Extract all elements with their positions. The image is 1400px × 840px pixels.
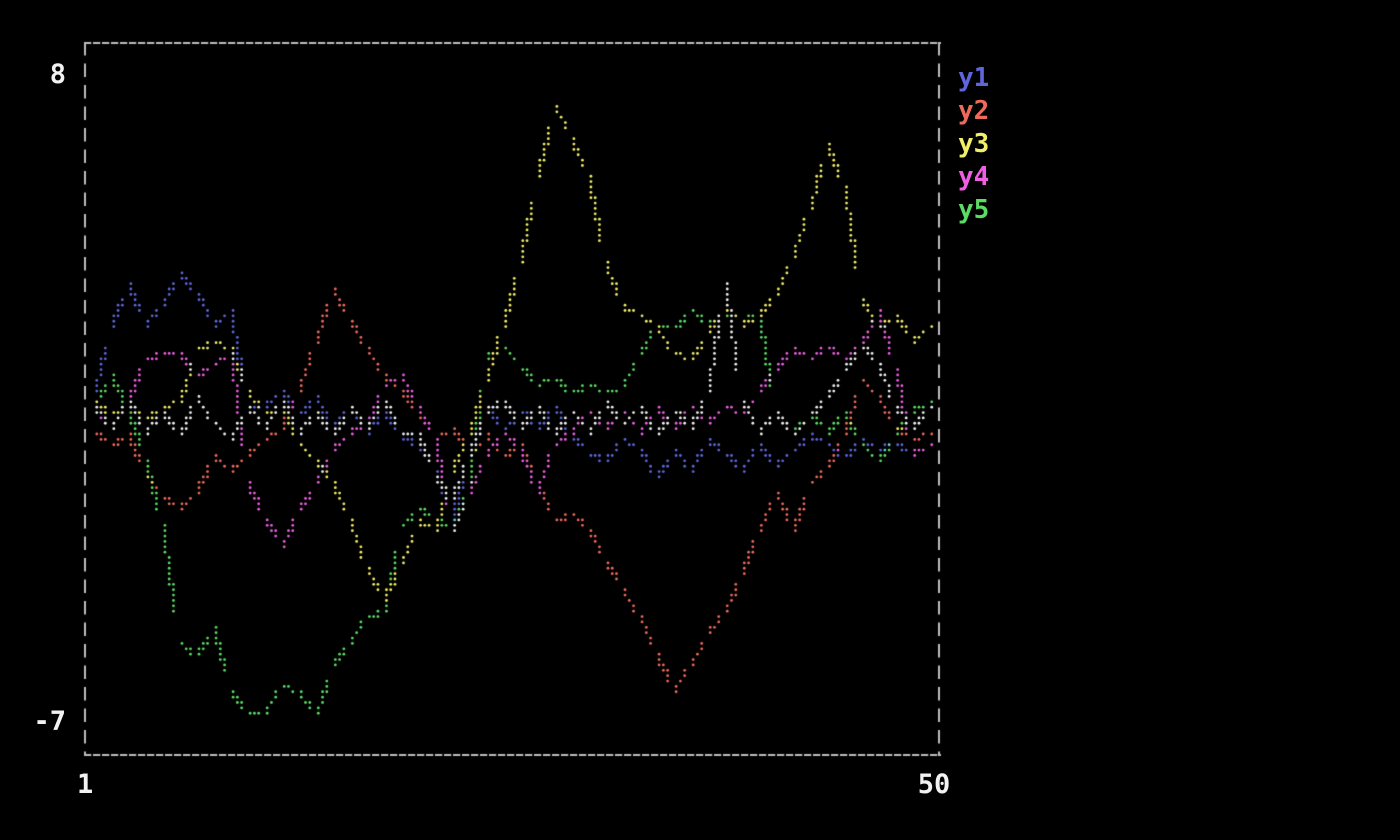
terminal-plot: 8 -7 1 50 y1 y2 y3 y4 y5 bbox=[0, 0, 1400, 840]
legend-item-y4: y4 bbox=[958, 161, 989, 194]
legend-item-y3: y3 bbox=[958, 128, 989, 161]
legend-item-y2: y2 bbox=[958, 95, 989, 128]
x-axis-max-label: 50 bbox=[904, 771, 964, 799]
x-axis-min-label: 1 bbox=[77, 771, 107, 799]
plot-canvas bbox=[0, 0, 1400, 840]
legend-item-y1: y1 bbox=[958, 62, 989, 95]
y-axis-min-label: -7 bbox=[0, 708, 66, 736]
y-axis-max-label: 8 bbox=[0, 61, 66, 89]
legend-item-y5: y5 bbox=[958, 194, 989, 227]
legend: y1 y2 y3 y4 y5 bbox=[958, 62, 989, 227]
